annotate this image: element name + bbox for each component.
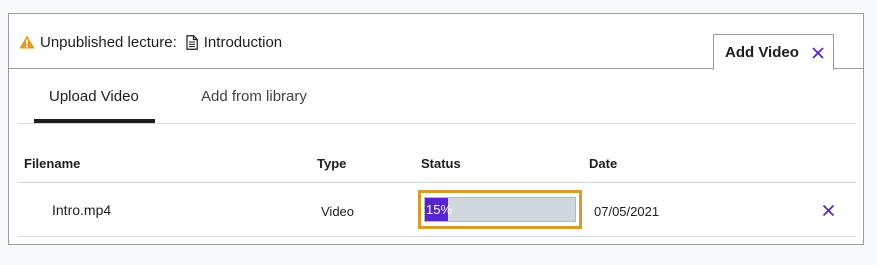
lecture-status-label: Unpublished lecture: [40, 33, 177, 51]
panel-divider [8, 68, 713, 69]
column-header-status: Status [421, 156, 461, 171]
row-type: Video [321, 204, 355, 219]
upload-progress-bar: 15% [424, 197, 576, 222]
panel-divider [833, 68, 864, 69]
row-date: 07/05/2021 [594, 204, 660, 219]
lecture-title: Introduction [203, 33, 283, 51]
close-icon[interactable] [811, 46, 825, 60]
upload-progress-text: 15% [426, 202, 453, 217]
remove-upload-close-icon[interactable] [822, 204, 835, 217]
row-filename: Intro.mp4 [52, 202, 112, 218]
table-divider [18, 182, 856, 183]
add-video-tab[interactable]: Add Video [713, 34, 834, 70]
tab-add-from-library[interactable]: Add from library [201, 88, 307, 105]
table-divider [18, 236, 856, 237]
column-header-date: Date [589, 156, 618, 171]
lecture-status-line: Unpublished lecture: Introduction [19, 32, 282, 52]
column-header-filename: Filename [24, 156, 81, 171]
document-icon [186, 34, 198, 50]
add-video-tab-label: Add Video [725, 44, 799, 61]
tabs-divider [18, 123, 856, 124]
column-header-type: Type [317, 156, 347, 171]
tab-upload-video[interactable]: Upload Video [49, 88, 139, 105]
warning-icon [19, 35, 35, 49]
